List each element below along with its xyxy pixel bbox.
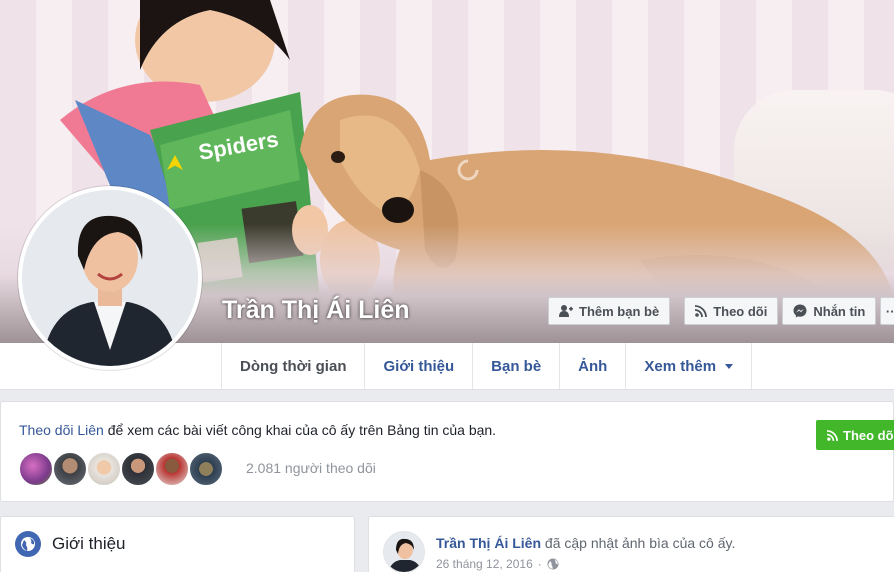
chevron-down-icon — [725, 363, 734, 369]
loading-spinner-icon — [457, 159, 479, 181]
follow-green-button[interactable]: Theo dõi — [816, 420, 894, 450]
messenger-icon — [793, 304, 807, 318]
more-options-button[interactable]: ··· — [880, 297, 894, 325]
tab-photos[interactable]: Ảnh — [559, 343, 625, 389]
follower-avatar[interactable] — [188, 451, 224, 487]
globe-icon — [15, 531, 41, 557]
add-friend-button[interactable]: Thêm bạn bè — [548, 297, 671, 325]
follower-avatar[interactable] — [154, 451, 190, 487]
post-author-name[interactable]: Trần Thị Ái Liên — [436, 535, 541, 551]
follower-avatar[interactable] — [86, 451, 122, 487]
follow-button[interactable]: Theo dõi — [684, 297, 779, 325]
tab-more-label: Xem thêm — [644, 357, 717, 375]
cover-actions: Thêm bạn bè Theo dõi Nhắn tin ··· — [548, 297, 894, 325]
post-headline: Trần Thị Ái Liên đã cập nhật ảnh bìa của… — [436, 535, 735, 551]
follow-link[interactable]: Theo dõi Liên — [19, 422, 104, 438]
tab-friends[interactable]: Bạn bè — [472, 343, 559, 389]
follow-prompt-text: Theo dõi Liên để xem các bài viết công k… — [19, 422, 496, 438]
follower-avatars — [18, 451, 224, 487]
follow-green-label: Theo dõi — [843, 427, 894, 443]
post-meta: 26 tháng 12, 2016 · — [436, 557, 559, 571]
profile-photo — [22, 190, 198, 366]
follow-label: Theo dõi — [713, 303, 768, 319]
tab-more[interactable]: Xem thêm — [625, 343, 753, 389]
follower-count: 2.081 người theo dõi — [246, 460, 376, 476]
post-author-avatar[interactable] — [383, 531, 425, 572]
tab-photos-label: Ảnh — [578, 357, 608, 375]
profile-name[interactable]: Trần Thị Ái Liên — [222, 296, 410, 325]
post-action: đã cập nhật ảnh bìa của cô ấy. — [541, 535, 736, 551]
rss-icon — [827, 429, 838, 441]
message-label: Nhắn tin — [813, 303, 866, 319]
post-date[interactable]: 26 tháng 12, 2016 — [436, 557, 533, 571]
post-card: Trần Thị Ái Liên đã cập nhật ảnh bìa của… — [368, 516, 894, 572]
add-friend-icon — [559, 305, 573, 317]
tab-timeline[interactable]: Dòng thời gian — [221, 343, 364, 389]
profile-tabs: Dòng thời gian Giới thiệu Bạn bè Ảnh Xem… — [221, 343, 753, 389]
profile-picture[interactable] — [18, 186, 202, 370]
follow-prompt-card: Theo dõi Liên để xem các bài viết công k… — [0, 401, 894, 502]
follower-avatar[interactable] — [120, 451, 156, 487]
tab-about[interactable]: Giới thiệu — [364, 343, 472, 389]
profile-photo-illustration — [22, 190, 198, 366]
follow-prompt-desc: để xem các bài viết công khai của cô ấy … — [103, 422, 497, 438]
post-meta-separator: · — [537, 557, 542, 571]
tab-timeline-label: Dòng thời gian — [240, 357, 347, 375]
follower-avatar[interactable] — [52, 451, 88, 487]
rss-icon — [695, 305, 708, 317]
intro-card: Giới thiệu — [0, 516, 355, 572]
add-friend-label: Thêm bạn bè — [579, 303, 660, 319]
message-button[interactable]: Nhắn tin — [782, 297, 877, 325]
tab-about-label: Giới thiệu — [383, 357, 455, 375]
more-dots-icon: ··· — [885, 303, 894, 319]
follower-avatar[interactable] — [18, 451, 54, 487]
public-globe-icon[interactable] — [547, 558, 559, 570]
intro-title: Giới thiệu — [52, 534, 126, 553]
tab-friends-label: Bạn bè — [491, 357, 542, 375]
